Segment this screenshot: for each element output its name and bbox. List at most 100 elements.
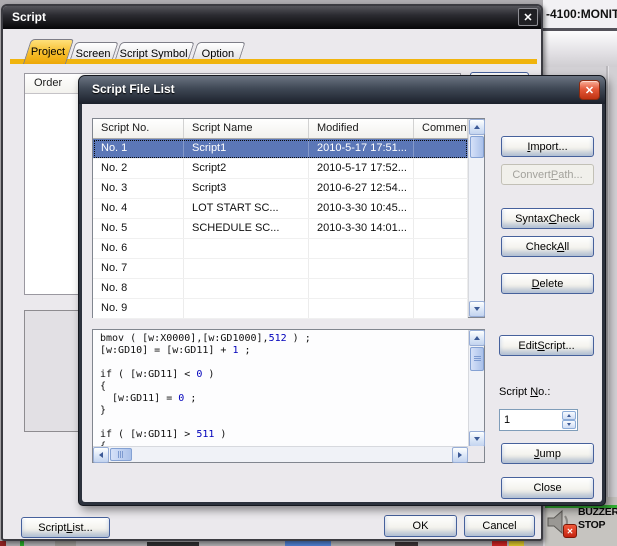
code-vscrollbar[interactable]	[468, 330, 484, 447]
delete-button[interactable]: Delete	[501, 273, 594, 294]
script-dialog-titlebar[interactable]: Script	[3, 6, 541, 29]
column-header[interactable]: Script Name	[184, 119, 309, 138]
file-list-titlebar[interactable]: Script File List	[79, 76, 605, 104]
spin-down-icon[interactable]	[562, 420, 576, 429]
table-cell	[309, 279, 414, 298]
table-cell: Script3	[184, 179, 309, 198]
table-cell	[184, 239, 309, 258]
check-all-button[interactable]: Check All	[501, 236, 594, 257]
close-button[interactable]: Close	[501, 477, 594, 499]
code-line: if ( [w:GD11] < 0 )	[100, 369, 468, 381]
table-cell: LOT START SC...	[184, 199, 309, 218]
table-cell	[184, 259, 309, 278]
table-cell: Script1	[184, 139, 309, 158]
table-cell: No. 5	[93, 219, 184, 238]
script-file-list-dialog: Script File List ✕ Script No. Script Nam…	[78, 75, 606, 506]
table-cell: No. 3	[93, 179, 184, 198]
table-cell: No. 1	[93, 139, 184, 158]
table-cell	[414, 259, 468, 278]
hmi-fragment	[509, 541, 524, 546]
column-header[interactable]: Script No.	[93, 119, 184, 138]
table-row[interactable]: No. 8	[93, 279, 468, 299]
table-cell	[414, 179, 468, 198]
table-row[interactable]: No. 5SCHEDULE SC...2010-3-30 14:01...	[93, 219, 468, 239]
hmi-fragment	[20, 541, 24, 546]
table-cell	[414, 299, 468, 318]
ok-button[interactable]: OK	[384, 515, 457, 537]
code-line: if ( [w:GD11] > 511 )	[100, 429, 468, 441]
table-cell: 2010-5-17 17:52...	[309, 159, 414, 178]
table-cell	[414, 239, 468, 258]
file-list-title: Script File List	[92, 82, 175, 96]
table-scrollbar[interactable]	[468, 119, 484, 317]
table-row[interactable]: No. 1Script12010-5-17 17:51...	[93, 139, 468, 159]
scroll-right-icon[interactable]	[452, 447, 468, 463]
table-cell: No. 9	[93, 299, 184, 318]
column-header[interactable]: Comment	[414, 119, 468, 138]
table-body: No. 1Script12010-5-17 17:51...No. 2Scrip…	[93, 139, 468, 319]
main-window-title-fragment: -4100:MONITO	[546, 7, 617, 21]
scroll-down-icon[interactable]	[469, 431, 485, 447]
spin-up-icon[interactable]	[562, 411, 576, 420]
convert-path-button: Convert Path...	[501, 164, 594, 185]
table-cell	[414, 279, 468, 298]
scroll-up-icon[interactable]	[469, 330, 485, 346]
table-cell	[184, 279, 309, 298]
scroll-thumb[interactable]	[470, 136, 484, 158]
hmi-fragment	[285, 541, 331, 546]
buzzer-label: BUZZER STOP	[578, 506, 617, 532]
table-row[interactable]: No. 9	[93, 299, 468, 319]
table-cell	[309, 259, 414, 278]
main-window-titlebar[interactable]: -4100:MONITO	[543, 0, 617, 28]
code-line	[100, 357, 468, 369]
code-line: bmov ( [w:X0000],[w:GD1000],512 ) ;	[100, 333, 468, 345]
syntax-check-button[interactable]: Syntax Check	[501, 208, 594, 229]
script-no-stepper[interactable]: 1	[499, 409, 578, 431]
scroll-down-icon[interactable]	[469, 301, 485, 317]
screen: -4100:MONITO ✕ BUZZER STOP Script ✕ Proj…	[0, 0, 617, 546]
table-header-row: Script No. Script Name Modified Comment	[93, 119, 468, 139]
cancel-button[interactable]: Cancel	[464, 515, 535, 537]
column-header[interactable]: Modified	[309, 119, 414, 138]
table-cell	[414, 199, 468, 218]
scroll-thumb[interactable]	[110, 448, 132, 461]
close-icon[interactable]: ✕	[579, 80, 600, 100]
code-line: }	[100, 405, 468, 417]
script-list-button[interactable]: Script List...	[21, 517, 110, 538]
hmi-fragment	[0, 541, 6, 546]
table-cell	[414, 139, 468, 158]
table-row[interactable]: No. 4LOT START SC...2010-3-30 10:45...	[93, 199, 468, 219]
code-preview[interactable]: bmov ( [w:X0000],[w:GD1000],512 ) ;[w:GD…	[92, 329, 485, 463]
code-hscrollbar[interactable]	[93, 446, 468, 462]
hmi-fragment	[492, 541, 507, 546]
table-cell	[414, 219, 468, 238]
scroll-thumb[interactable]	[470, 347, 484, 371]
table-cell	[184, 299, 309, 318]
scroll-left-icon[interactable]	[93, 447, 109, 463]
script-dialog-title: Script	[12, 10, 46, 24]
main-window-edge	[606, 66, 608, 497]
scroll-up-icon[interactable]	[469, 119, 485, 135]
jump-button[interactable]: Jump	[501, 443, 594, 464]
script-no-value[interactable]: 1	[504, 414, 510, 426]
table-row[interactable]: No. 3Script32010-6-27 12:54...	[93, 179, 468, 199]
scrollbar-corner	[468, 446, 484, 462]
edit-script-button[interactable]: Edit Script...	[499, 335, 594, 356]
code-lines: bmov ( [w:X0000],[w:GD1000],512 ) ;[w:GD…	[93, 330, 468, 446]
table-row[interactable]: No. 2Script22010-5-17 17:52...	[93, 159, 468, 179]
script-no-label: Script No.:	[499, 386, 550, 398]
hmi-fragment	[147, 542, 199, 546]
hmi-fragment	[55, 541, 76, 546]
table-cell: No. 7	[93, 259, 184, 278]
table-cell: 2010-3-30 10:45...	[309, 199, 414, 218]
table-row[interactable]: No. 7	[93, 259, 468, 279]
table-cell: Script2	[184, 159, 309, 178]
table-row[interactable]: No. 6	[93, 239, 468, 259]
table-cell: 2010-5-17 17:51...	[309, 139, 414, 158]
table-cell: No. 8	[93, 279, 184, 298]
close-icon[interactable]: ✕	[518, 8, 538, 26]
table-cell: No. 6	[93, 239, 184, 258]
tab-project[interactable]: Project	[23, 39, 74, 64]
import-button[interactable]: Import...	[501, 136, 594, 157]
hmi-fragment	[395, 542, 418, 546]
